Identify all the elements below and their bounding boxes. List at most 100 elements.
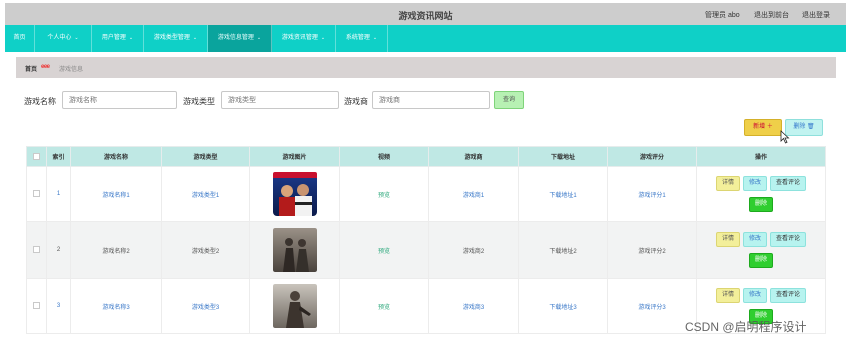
col-header-type: 游戏类型 [161, 146, 250, 167]
search-type-input[interactable] [221, 91, 339, 109]
breadcrumb-current: 游戏信息 [59, 67, 84, 73]
nav-item-label: 个人中心 [47, 35, 72, 41]
chevron-down-icon: ⌄ [372, 35, 378, 41]
detail-button[interactable]: 详情 [715, 176, 740, 191]
view-reviews-button[interactable]: 查看评论 [770, 176, 807, 191]
game-cover-thumbnail[interactable] [272, 172, 317, 216]
chevron-down-icon: ⌄ [74, 35, 79, 41]
select-all-header[interactable] [26, 146, 47, 167]
view-reviews-button[interactable]: 查看评论 [770, 232, 807, 247]
col-header-download: 下载地址 [518, 146, 608, 167]
cell-name: 游戏名称3 [70, 278, 162, 334]
cell-actions: 详情 修改 查看评论 删除 [696, 221, 826, 279]
search-button[interactable]: 查询 [494, 91, 524, 109]
row-select-cell [26, 166, 47, 222]
nav-item-home[interactable]: 首页 [5, 25, 35, 52]
chevron-down-icon: ⌄ [320, 35, 326, 41]
row-select-cell [26, 221, 47, 279]
search-type-label: 游戏类型 [183, 97, 215, 106]
nav-item-game-info-management[interactable]: 游戏信息管理 ⌄ [208, 25, 272, 52]
nav-item-game-news-management[interactable]: 游戏资讯管理 ⌄ [272, 25, 336, 52]
delete-button[interactable]: 删除 [748, 253, 773, 268]
cell-image [249, 166, 340, 222]
edit-button[interactable]: 修改 [742, 232, 767, 247]
delete-button[interactable]: 删除 [748, 197, 773, 212]
cell-download[interactable]: 下载地址1 [518, 166, 608, 222]
cell-index: 2 [46, 221, 71, 279]
table-row: 1 游戏名称1 游戏类型1 预览 游戏商1 下载地址1 游戏评分1 详情 修改 … [26, 166, 826, 222]
cell-download[interactable]: 下载地址3 [518, 278, 608, 334]
cell-type: 游戏类型1 [161, 166, 250, 222]
row-checkbox[interactable] [33, 302, 40, 310]
cell-name: 游戏名称2 [70, 221, 162, 279]
edit-button[interactable]: 修改 [742, 288, 767, 303]
chevron-down-icon: ⌄ [192, 35, 198, 41]
breadcrumb-home[interactable]: 首页 [25, 64, 37, 73]
add-button[interactable]: 新增 ＋ [744, 119, 782, 136]
nav-item-label: 用户管理 [101, 35, 126, 41]
cell-type: 游戏类型3 [161, 278, 250, 334]
row-select-cell [26, 278, 47, 334]
col-header-image: 游戏图片 [249, 146, 340, 167]
breadcrumb-separator: eee [41, 64, 50, 70]
nav-item-label: 游戏资讯管理 [281, 35, 318, 41]
detail-button[interactable]: 详情 [715, 288, 740, 303]
col-header-video: 视频 [339, 146, 429, 167]
nav-item-user-management[interactable]: 用户管理 ⌄ [92, 25, 144, 52]
search-name-label: 游戏名称 [24, 97, 56, 106]
game-cover-thumbnail[interactable] [272, 284, 317, 328]
search-vendor-label: 游戏商 [344, 97, 368, 106]
col-header-name: 游戏名称 [70, 146, 162, 167]
logout-link[interactable]: 退出登录 [802, 10, 830, 20]
cell-type: 游戏类型2 [161, 221, 250, 279]
col-header-actions: 操作 [696, 146, 826, 167]
breadcrumb: 首页 eee 游戏信息 [16, 57, 836, 78]
cell-video-preview[interactable]: 预览 [339, 166, 429, 222]
cell-index: 1 [46, 166, 71, 222]
cell-vendor: 游戏商3 [428, 278, 519, 334]
nav-item-system-management[interactable]: 系统管理 ⌄ [336, 25, 388, 52]
game-info-table: 索引 游戏名称 游戏类型 游戏图片 视频 游戏商 下载地址 游戏评分 操作 1 … [26, 146, 826, 334]
nav-item-label: 游戏信息管理 [217, 35, 254, 41]
table-row: 2 游戏名称2 游戏类型2 预览 游戏商2 下载地址2 游戏评分2 详情 修改 … [26, 221, 826, 279]
cell-vendor: 游戏商1 [428, 166, 519, 222]
table-header-row: 索引 游戏名称 游戏类型 游戏图片 视频 游戏商 下载地址 游戏评分 操作 [26, 146, 826, 167]
cell-video-preview[interactable]: 预览 [339, 278, 429, 334]
cell-vendor: 游戏商2 [428, 221, 519, 279]
cell-name: 游戏名称1 [70, 166, 162, 222]
nav-item-label: 游戏类型管理 [153, 35, 190, 41]
row-checkbox[interactable] [33, 246, 40, 254]
cell-score: 游戏评分2 [607, 221, 697, 279]
chevron-down-icon: ⌄ [128, 35, 134, 41]
search-name-input[interactable] [62, 91, 177, 109]
admin-label: 管理员 abo [705, 12, 740, 19]
cell-score: 游戏评分3 [607, 278, 697, 334]
cell-actions: 详情 修改 查看评论 删除 [696, 166, 826, 222]
nav-item-personal-center[interactable]: 个人中心 ⌄ [35, 25, 92, 52]
cell-download[interactable]: 下载地址2 [518, 221, 608, 279]
view-reviews-button[interactable]: 查看评论 [770, 288, 807, 303]
batch-delete-button[interactable]: 删除 🗑 [785, 119, 823, 136]
cell-index: 3 [46, 278, 71, 334]
cell-score: 游戏评分1 [607, 166, 697, 222]
col-header-index: 索引 [46, 146, 71, 167]
chevron-down-icon: ⌄ [256, 35, 262, 41]
main-nav: 首页 个人中心 ⌄ 用户管理 ⌄ 游戏类型管理 ⌄ 游戏信息管理 ⌄ 游戏资讯管理 ⌄ 系… [5, 25, 846, 52]
nav-item-game-type-management[interactable]: 游戏类型管理 ⌄ [144, 25, 208, 52]
mouse-cursor-icon [780, 130, 790, 144]
cell-image [249, 278, 340, 334]
csdn-watermark: CSDN @启明程序设计 [685, 320, 807, 334]
col-header-score: 游戏评分 [607, 146, 697, 167]
game-cover-thumbnail[interactable] [272, 228, 317, 272]
edit-button[interactable]: 修改 [742, 176, 767, 191]
cell-video-preview[interactable]: 预览 [339, 221, 429, 279]
nav-item-label: 首页 [13, 35, 26, 41]
row-checkbox[interactable] [33, 190, 40, 198]
cell-image [249, 221, 340, 279]
search-vendor-input[interactable] [372, 91, 490, 109]
back-to-frontend-link[interactable]: 退出到前台 [754, 10, 789, 20]
top-header: 游戏资讯网站 管理员 abo 退出到前台 退出登录 [5, 3, 846, 25]
detail-button[interactable]: 详情 [715, 232, 740, 247]
nav-item-label: 系统管理 [345, 35, 370, 41]
select-all-checkbox[interactable] [33, 152, 40, 160]
